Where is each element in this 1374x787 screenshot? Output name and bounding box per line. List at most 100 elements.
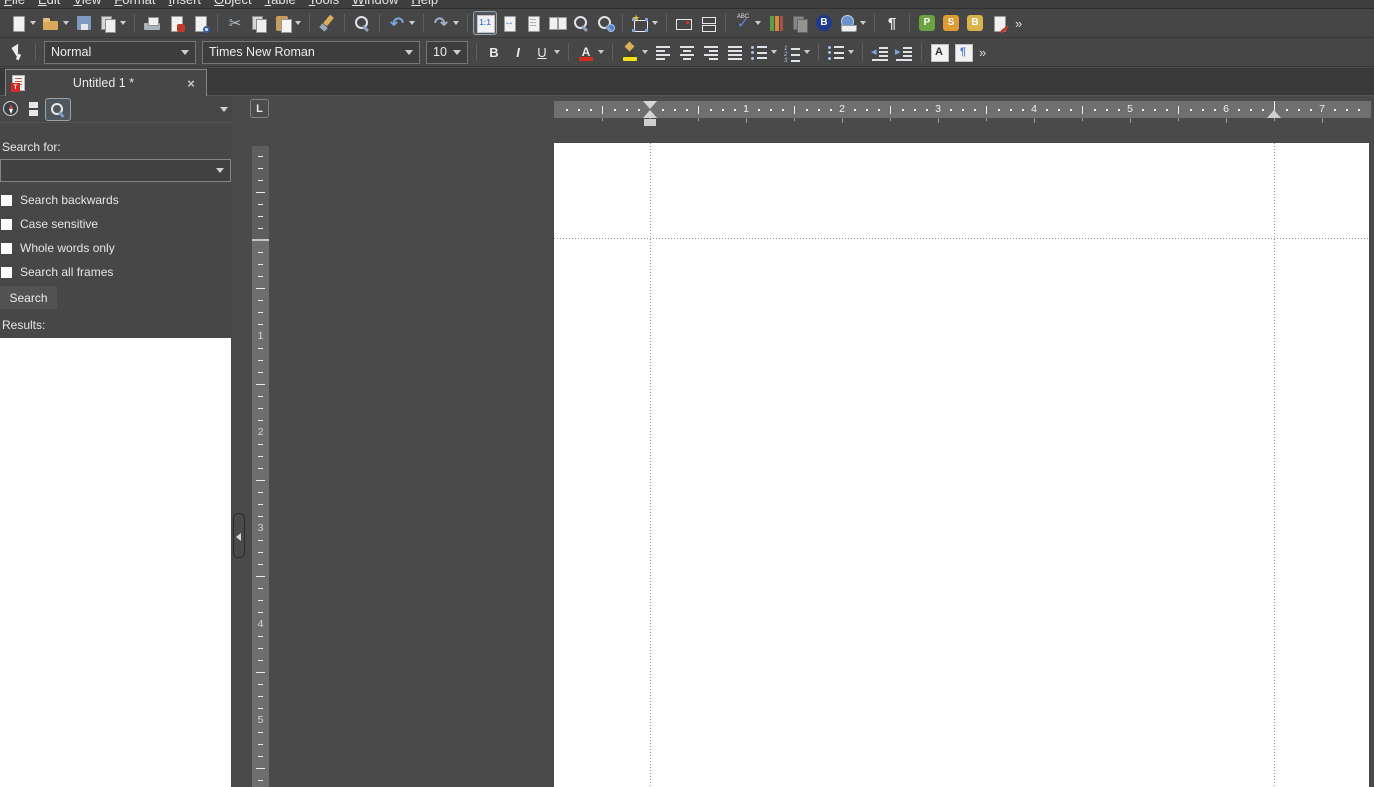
sidebar-search-button[interactable]: [45, 98, 71, 121]
font-size-select[interactable]: 10: [426, 41, 468, 64]
presentations-button[interactable]: S: [939, 11, 963, 35]
file-manager-button[interactable]: [96, 11, 120, 35]
align-justify-button[interactable]: [723, 40, 747, 64]
insert-text-frame-button[interactable]: [672, 11, 696, 35]
checkbox-case-sensitive[interactable]: Case sensitive: [1, 212, 231, 236]
dictionary-button[interactable]: [788, 11, 812, 35]
zoom-full-page-button[interactable]: [521, 11, 545, 35]
font-size-select-dropdown-icon[interactable]: [453, 50, 461, 55]
font-color-dropdown[interactable]: [598, 50, 604, 54]
increase-indent-button[interactable]: ▸: [892, 40, 916, 64]
tab-stop-selector[interactable]: L: [250, 99, 269, 118]
undo-button[interactable]: ↶: [385, 11, 409, 35]
format-painter-button[interactable]: [315, 11, 339, 35]
first-line-indent-marker[interactable]: [643, 101, 657, 109]
panel-layout-icon[interactable]: [29, 102, 38, 116]
paste-button[interactable]: [271, 11, 295, 35]
redo-button[interactable]: ↷: [429, 11, 453, 35]
menu-file[interactable]: File: [4, 0, 25, 7]
search-input[interactable]: [0, 159, 231, 182]
spell-check-dropdown[interactable]: [755, 21, 761, 25]
paragraph-dialog-button[interactable]: ¶: [951, 40, 975, 64]
highlight-dropdown[interactable]: [642, 50, 648, 54]
cut-button[interactable]: ✂: [223, 11, 247, 35]
font-color-button[interactable]: A: [574, 40, 598, 64]
menu-edit[interactable]: Edit: [38, 0, 60, 7]
checkbox-whole-words-only[interactable]: Whole words only: [1, 236, 231, 260]
menu-window[interactable]: Window: [352, 0, 398, 7]
checkbox-search-all-frames[interactable]: Search all frames: [1, 260, 231, 284]
left-indent-marker[interactable]: [643, 110, 657, 118]
spell-check-button[interactable]: ✓ABC: [731, 11, 755, 35]
smarttext-button[interactable]: [987, 11, 1011, 35]
redo-dropdown[interactable]: [453, 21, 459, 25]
font-name-select-dropdown-icon[interactable]: [405, 50, 413, 55]
menu-object[interactable]: Object: [214, 0, 252, 7]
bullet-list-button[interactable]: [747, 40, 771, 64]
font-name-select[interactable]: Times New Roman: [202, 41, 420, 64]
more-format-buttons-icon[interactable]: »: [979, 45, 986, 60]
find-button[interactable]: [350, 11, 374, 35]
align-center-button[interactable]: [675, 40, 699, 64]
open-file-dropdown[interactable]: [63, 21, 69, 25]
horizontal-ruler[interactable]: 1234567: [554, 101, 1371, 128]
search-input-dropdown-icon[interactable]: [216, 168, 224, 173]
numbered-list-button[interactable]: 123: [780, 40, 804, 64]
menu-insert[interactable]: Insert: [169, 0, 202, 7]
character-dialog-button[interactable]: A: [927, 40, 951, 64]
undo-dropdown[interactable]: [409, 21, 415, 25]
new-document-dropdown[interactable]: [30, 21, 36, 25]
copy-button[interactable]: [247, 11, 271, 35]
sidebar-collapse-handle[interactable]: [233, 513, 245, 558]
open-file-button[interactable]: [39, 11, 63, 35]
new-document-button[interactable]: [6, 11, 30, 35]
align-right-button[interactable]: [699, 40, 723, 64]
menu-table[interactable]: Table: [265, 0, 296, 7]
search-results-list[interactable]: [0, 338, 231, 787]
zoom-level-button[interactable]: [593, 11, 617, 35]
file-manager-dropdown[interactable]: [120, 21, 126, 25]
tab-close-button[interactable]: ×: [182, 76, 200, 91]
berlitz-dictionary-button[interactable]: B: [812, 11, 836, 35]
insert-autoshape-dropdown[interactable]: [652, 21, 658, 25]
align-left-button[interactable]: [651, 40, 675, 64]
numbered-list-dropdown[interactable]: [804, 50, 810, 54]
outline-list-dropdown[interactable]: [848, 50, 854, 54]
bold-button[interactable]: B: [482, 40, 506, 64]
outline-list-button[interactable]: [824, 40, 848, 64]
export-pdf-button[interactable]: [164, 11, 188, 35]
print-button[interactable]: [140, 11, 164, 35]
thesaurus-button[interactable]: [764, 11, 788, 35]
sidebar-options-dropdown[interactable]: [220, 107, 228, 112]
save-button[interactable]: [72, 11, 96, 35]
menu-view[interactable]: View: [73, 0, 101, 7]
print-preview-button[interactable]: [188, 11, 212, 35]
decrease-indent-button[interactable]: ◂: [868, 40, 892, 64]
menu-format[interactable]: Format: [114, 0, 155, 7]
object-mode-button[interactable]: [6, 40, 30, 64]
basicmaker-button[interactable]: B: [963, 11, 987, 35]
underline-dropdown[interactable]: [554, 50, 560, 54]
zoom-page-width-button[interactable]: ↔: [497, 11, 521, 35]
formatting-marks-button[interactable]: ¶: [880, 11, 904, 35]
menu-help[interactable]: Help: [411, 0, 438, 7]
translate-button[interactable]: [836, 11, 860, 35]
document-page[interactable]: [554, 143, 1369, 787]
checkbox-search-backwards[interactable]: Search backwards: [1, 188, 231, 212]
zoom-two-pages-button[interactable]: [545, 11, 569, 35]
insert-autoshape-button[interactable]: ★: [628, 11, 652, 35]
vertical-ruler[interactable]: 12345: [252, 146, 269, 787]
underline-button[interactable]: U: [530, 40, 554, 64]
zoom-in-button[interactable]: [569, 11, 593, 35]
italic-button[interactable]: I: [506, 40, 530, 64]
translate-dropdown[interactable]: [860, 21, 866, 25]
paragraph-style-select-dropdown-icon[interactable]: [181, 50, 189, 55]
right-indent-marker[interactable]: [1267, 110, 1281, 118]
bullet-list-dropdown[interactable]: [771, 50, 777, 54]
menu-tools[interactable]: Tools: [309, 0, 339, 7]
left-margin-marker[interactable]: [644, 119, 656, 126]
paragraph-style-select[interactable]: Normal: [44, 41, 196, 64]
paste-dropdown[interactable]: [295, 21, 301, 25]
zoom-actual-size-button[interactable]: 1:1: [473, 11, 497, 35]
search-button[interactable]: Search: [0, 286, 57, 309]
